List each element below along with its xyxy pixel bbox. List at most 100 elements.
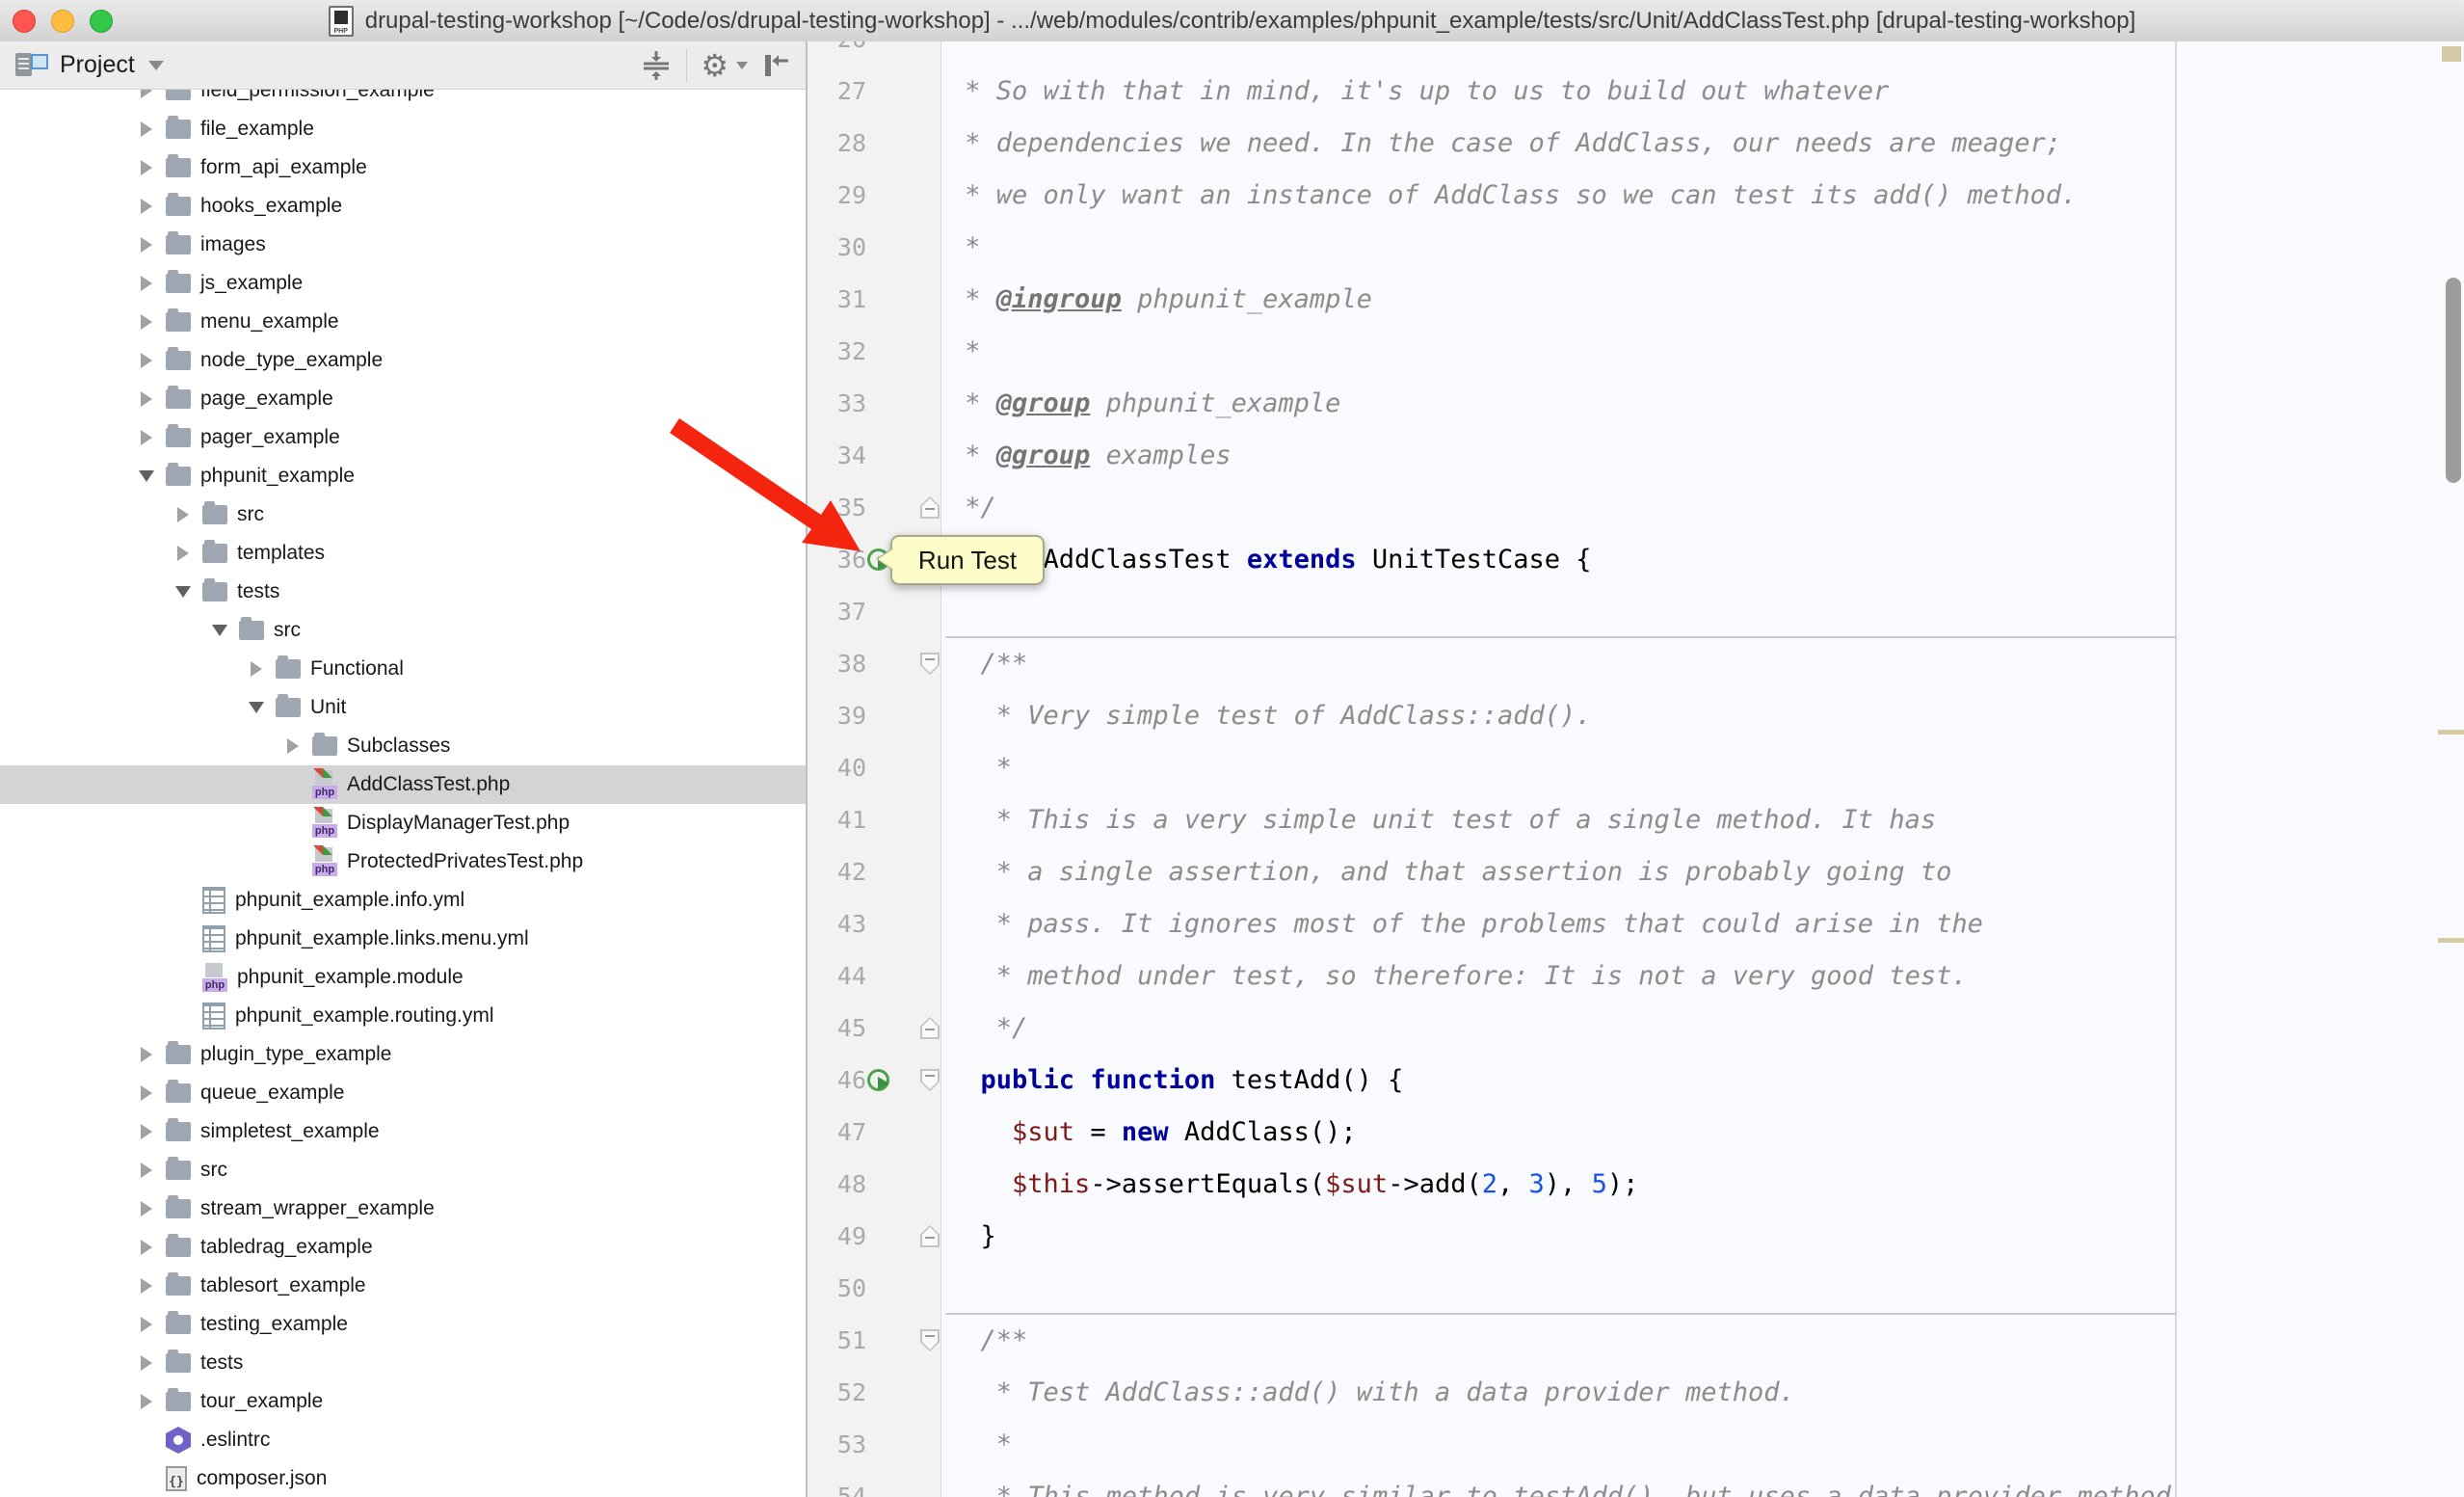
close-window-button[interactable] — [13, 10, 36, 33]
chevron-expanded-icon[interactable] — [135, 470, 158, 482]
code-text: * Test AddClass::add() with a data provi… — [949, 1367, 1795, 1419]
line-number: 53 — [807, 1419, 866, 1471]
code-text: public function testAdd() { — [949, 1055, 1403, 1107]
tree-item-phpunit_example.info.yml[interactable]: phpunit_example.info.yml — [0, 881, 806, 920]
tree-item-phpunit_example[interactable]: phpunit_example — [0, 457, 806, 495]
chevron-collapsed-icon[interactable] — [135, 430, 158, 445]
tree-item-src[interactable]: src — [0, 1151, 806, 1190]
error-stripe-status-block[interactable] — [2442, 46, 2461, 62]
chevron-expanded-icon[interactable] — [245, 702, 268, 713]
phptest-icon: php — [312, 847, 337, 876]
tree-item-menu_example[interactable]: menu_example — [0, 303, 806, 341]
tree-item-simpletest_example[interactable]: simpletest_example — [0, 1112, 806, 1151]
chevron-collapsed-icon[interactable] — [135, 1278, 158, 1294]
chevron-collapsed-icon[interactable] — [281, 738, 305, 754]
code-line-37: 37 — [807, 586, 2464, 638]
chevron-collapsed-icon[interactable] — [135, 314, 158, 330]
tree-item-tests[interactable]: tests — [0, 1344, 806, 1382]
tree-item-label: pager_example — [200, 426, 340, 449]
tree-item-hooks_example[interactable]: hooks_example — [0, 187, 806, 226]
tree-item-queue_example[interactable]: queue_example — [0, 1074, 806, 1112]
tree-item-.eslintrc[interactable]: .eslintrc — [0, 1421, 806, 1459]
chevron-collapsed-icon[interactable] — [135, 1085, 158, 1101]
project-panel-title[interactable]: Project — [60, 51, 135, 79]
tree-item-phpunit_example.routing.yml[interactable]: phpunit_example.routing.yml — [0, 997, 806, 1035]
tree-item-tests[interactable]: tests — [0, 573, 806, 611]
minimize-window-button[interactable] — [51, 10, 74, 33]
chevron-collapsed-icon[interactable] — [172, 546, 195, 561]
tree-item-src[interactable]: src — [0, 611, 806, 650]
tree-item-pager_example[interactable]: pager_example — [0, 418, 806, 457]
chevron-collapsed-icon[interactable] — [135, 353, 158, 368]
tree-item-Unit[interactable]: Unit — [0, 688, 806, 727]
code-token: examples — [1090, 441, 1231, 470]
tree-item-composer.json[interactable]: {}composer.json — [0, 1459, 806, 1497]
code-text: } — [949, 1211, 996, 1263]
chevron-collapsed-icon[interactable] — [135, 1047, 158, 1062]
run-test-tooltip[interactable]: Run Test — [890, 535, 1045, 585]
run-test-gutter-icon[interactable] — [867, 1069, 890, 1092]
chevron-expanded-icon[interactable] — [172, 586, 195, 598]
chevron-collapsed-icon[interactable] — [135, 391, 158, 407]
chevron-collapsed-icon[interactable] — [135, 1163, 158, 1178]
chevron-down-icon[interactable] — [736, 62, 748, 69]
chevron-collapsed-icon[interactable] — [135, 1201, 158, 1216]
chevron-collapsed-icon[interactable] — [135, 276, 158, 291]
folder-icon — [166, 1238, 191, 1257]
chevron-collapsed-icon[interactable] — [135, 160, 158, 175]
collapse-all-icon[interactable] — [640, 49, 673, 82]
error-stripe-mark[interactable] — [2438, 730, 2464, 735]
tree-item-label: plugin_type_example — [200, 1043, 391, 1066]
tree-item-AddClassTest.php[interactable]: phpAddClassTest.php — [0, 765, 806, 804]
panel-editor-divider[interactable] — [806, 41, 808, 1497]
code-text: /** — [949, 638, 1027, 690]
tree-item-images[interactable]: images — [0, 226, 806, 264]
tree-item-testing_example[interactable]: testing_example — [0, 1305, 806, 1344]
tree-item-templates[interactable]: templates — [0, 534, 806, 573]
code-line-49: 49 } — [807, 1211, 2464, 1263]
tree-item-Functional[interactable]: Functional — [0, 650, 806, 688]
tree-item-js_example[interactable]: js_example — [0, 264, 806, 303]
chevron-collapsed-icon[interactable] — [135, 1124, 158, 1139]
chevron-collapsed-icon[interactable] — [135, 199, 158, 214]
settings-gear-icon[interactable]: ⚙ — [701, 51, 729, 80]
tree-item-tour_example[interactable]: tour_example — [0, 1382, 806, 1421]
folder-icon — [312, 736, 337, 756]
tree-item-ProtectedPrivatesTest.php[interactable]: phpProtectedPrivatesTest.php — [0, 842, 806, 881]
folder-icon — [166, 120, 191, 139]
chevron-collapsed-icon[interactable] — [135, 1355, 158, 1371]
code-editor[interactable]: 2627 * So with that in mind, it's up to … — [807, 41, 2464, 1497]
tree-item-form_api_example[interactable]: form_api_example — [0, 148, 806, 187]
line-number: 44 — [807, 950, 866, 1002]
chevron-collapsed-icon[interactable] — [135, 121, 158, 137]
tree-item-Subclasses[interactable]: Subclasses — [0, 727, 806, 765]
hide-panel-icon[interactable] — [761, 49, 792, 82]
tree-item-node_type_example[interactable]: node_type_example — [0, 341, 806, 380]
tree-item-page_example[interactable]: page_example — [0, 380, 806, 418]
chevron-collapsed-icon[interactable] — [135, 1317, 158, 1332]
tree-item-src[interactable]: src — [0, 495, 806, 534]
tree-item-DisplayManagerTest.php[interactable]: phpDisplayManagerTest.php — [0, 804, 806, 842]
chevron-collapsed-icon[interactable] — [172, 507, 195, 522]
error-stripe-mark[interactable] — [2438, 938, 2464, 943]
tree-item-label: file_example — [200, 118, 314, 141]
tree-item-stream_wrapper_example[interactable]: stream_wrapper_example — [0, 1190, 806, 1228]
tree-item-phpunit_example.module[interactable]: phpphpunit_example.module — [0, 958, 806, 997]
tree-item-phpunit_example.links.menu.yml[interactable]: phpunit_example.links.menu.yml — [0, 920, 806, 958]
tree-item-tablesort_example[interactable]: tablesort_example — [0, 1267, 806, 1305]
zoom-window-button[interactable] — [90, 10, 113, 33]
tree-item-label: AddClassTest.php — [347, 773, 510, 796]
chevron-collapsed-icon[interactable] — [135, 1394, 158, 1409]
chevron-expanded-icon[interactable] — [208, 625, 231, 636]
chevron-down-icon[interactable] — [148, 61, 164, 70]
chevron-collapsed-icon[interactable] — [135, 237, 158, 253]
tree-item-plugin_type_example[interactable]: plugin_type_example — [0, 1035, 806, 1074]
editor-scrollbar-thumb[interactable] — [2446, 278, 2461, 483]
code-token: AddClassTest — [1027, 545, 1247, 575]
chevron-collapsed-icon[interactable] — [135, 1240, 158, 1255]
tree-item-label: tabledrag_example — [200, 1236, 373, 1259]
line-number: 39 — [807, 690, 866, 742]
chevron-collapsed-icon[interactable] — [245, 661, 268, 677]
tree-item-file_example[interactable]: file_example — [0, 110, 806, 148]
tree-item-tabledrag_example[interactable]: tabledrag_example — [0, 1228, 806, 1267]
